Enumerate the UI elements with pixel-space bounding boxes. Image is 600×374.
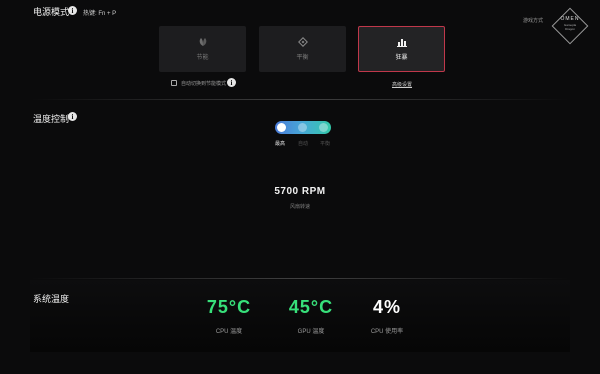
advanced-settings-link[interactable]: 高级设置	[392, 81, 412, 88]
cpu-temp-label: CPU 温度	[215, 329, 243, 335]
performance-bars-icon	[396, 39, 407, 47]
auto-switch-label: 自动切换到节能模式	[181, 81, 227, 87]
balance-diamond-icon	[297, 37, 308, 47]
section-divider	[30, 99, 570, 100]
auto-switch-checkbox[interactable]	[171, 80, 177, 86]
fan-mode-slider[interactable]	[275, 121, 331, 134]
power-mode-title: 电源模式	[33, 7, 70, 17]
info-icon[interactable]: i	[68, 6, 77, 15]
brand-caption: 游戏方式	[523, 18, 544, 24]
gpu-temp-value: 45°C	[288, 297, 334, 317]
cpu-usage-value: 4%	[372, 297, 401, 317]
mode-label: 狂暴	[395, 55, 408, 61]
info-icon[interactable]: i	[68, 112, 77, 121]
fan-rpm-label: 风扇转速	[289, 204, 310, 210]
mode-card-balanced[interactable]: 平衡	[259, 26, 346, 72]
fan-option-balanced[interactable]: 平衡	[320, 140, 330, 147]
system-temp-title: 系统温度	[33, 294, 70, 304]
slider-knob-balanced[interactable]	[319, 123, 328, 132]
gpu-temp-label: GPU 温度	[297, 329, 325, 335]
mode-card-performance[interactable]: 狂暴	[358, 26, 445, 72]
mode-card-eco[interactable]: 节能	[159, 26, 246, 72]
hotkey-text: 热键: Fn + P	[83, 11, 117, 17]
fan-rpm-value: 5700 RPM	[274, 186, 326, 197]
omen-logo-text: OMEN	[560, 16, 580, 22]
mode-label: 节能	[196, 55, 209, 61]
fan-option-auto[interactable]: 自动	[298, 140, 308, 147]
section-divider	[30, 278, 570, 279]
omen-logo-sub2: Dragon	[565, 27, 575, 31]
leaf-icon	[199, 38, 206, 46]
temp-control-title: 温度控制	[33, 114, 70, 124]
mode-label: 平衡	[296, 55, 309, 61]
cpu-usage-label: CPU 使用率	[370, 329, 404, 335]
cpu-temp-value: 75°C	[206, 297, 252, 317]
info-icon[interactable]: i	[227, 78, 236, 87]
omen-logo: OMEN Gamepla Dragon	[551, 7, 589, 45]
slider-knob-max[interactable]	[277, 123, 286, 132]
fan-option-max[interactable]: 最高	[275, 140, 285, 147]
slider-knob-auto[interactable]	[298, 123, 307, 132]
